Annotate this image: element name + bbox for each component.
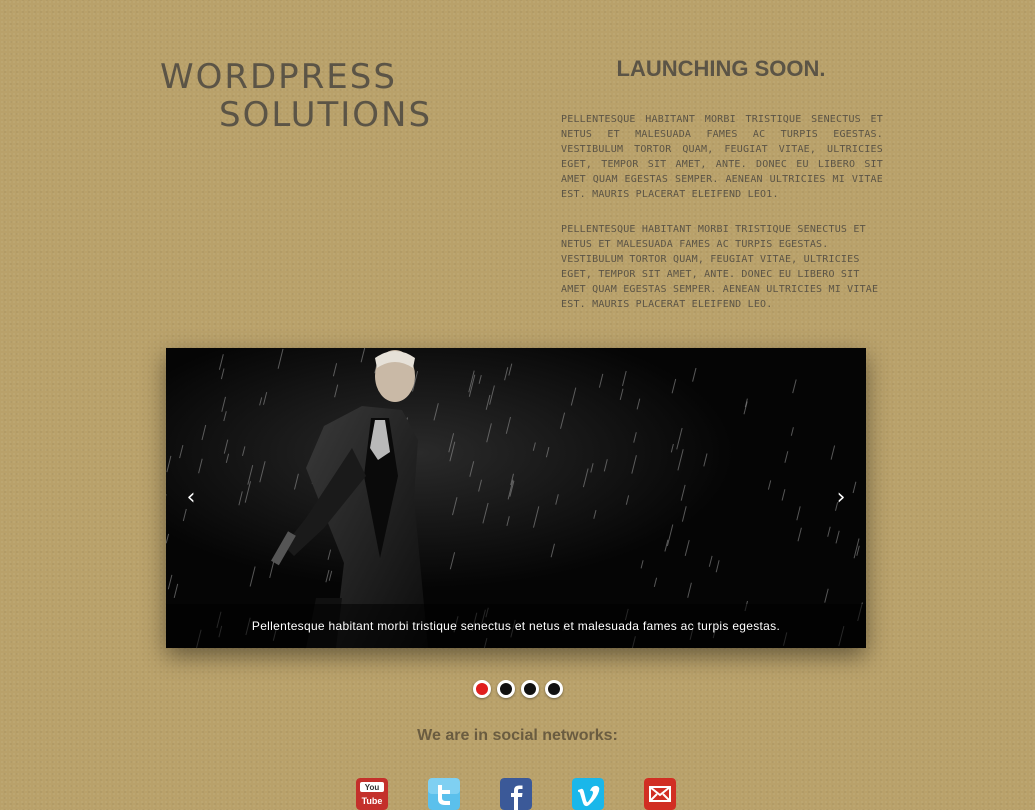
site-logo[interactable]: WORDPRESS SOLUTIONS [160,58,490,134]
slider-dot-2[interactable] [497,680,515,698]
vimeo-icon[interactable] [572,778,604,810]
slider-dot-4[interactable] [545,680,563,698]
social-heading: We are in social networks: [0,727,1035,745]
slider-prev-arrow[interactable]: ‹ [178,484,204,512]
slider-dot-1[interactable] [473,680,491,698]
email-icon[interactable] [644,778,676,810]
launch-paragraph-1: Pellentesque habitant morbi tristique se… [561,112,883,202]
slider-pagination [0,680,1035,698]
logo-line-1: WORDPRESS [160,58,490,96]
slide-caption: Pellentesque habitant morbi tristique se… [166,604,866,648]
youtube-icon[interactable]: You Tube [356,778,388,810]
logo-line-2: SOLUTIONS [160,96,490,134]
facebook-icon[interactable] [500,778,532,810]
launch-paragraph-2: Pellentesque habitant morbi tristique se… [561,222,883,312]
image-slider: ‹ › Pellentesque habitant morbi tristiqu… [166,348,866,648]
slider-next-arrow[interactable]: › [828,484,854,512]
launch-title: LAUNCHING SOON. [560,56,882,82]
svg-text:Tube: Tube [362,796,383,806]
slider-dot-3[interactable] [521,680,539,698]
social-icons: You Tube [356,778,676,810]
svg-text:You: You [365,783,380,792]
twitter-icon[interactable] [428,778,460,810]
slide-image [166,348,866,648]
